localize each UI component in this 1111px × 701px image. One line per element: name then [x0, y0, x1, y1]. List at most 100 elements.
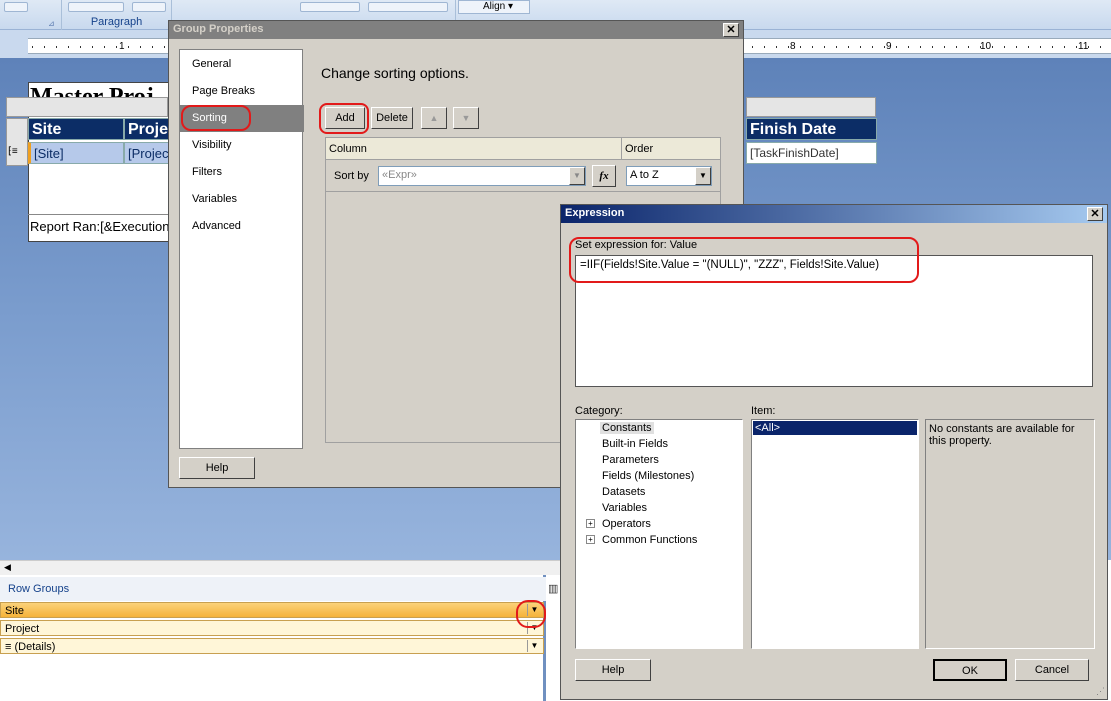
- row-group-site[interactable]: Site ▼: [0, 602, 544, 618]
- ruler-tick: [992, 46, 993, 48]
- category-label: Category:: [575, 405, 623, 417]
- chevron-down-icon[interactable]: ▼: [527, 640, 541, 652]
- nav-item-variables[interactable]: Variables: [180, 186, 304, 213]
- data-cell-finish-date[interactable]: [TaskFinishDate]: [746, 142, 877, 164]
- ruler-tick: [752, 46, 753, 48]
- ruler-tick: [1052, 46, 1053, 48]
- category-tree[interactable]: Constants Built-in Fields Parameters Fie…: [575, 419, 743, 649]
- row-groups-header: Row Groups: [0, 577, 546, 601]
- align-button[interactable]: Align ▾: [458, 0, 530, 14]
- ruler-number: 10: [980, 41, 992, 52]
- dialog-launcher-icon[interactable]: ⊿: [48, 19, 55, 28]
- ribbon-group-paragraph: Paragraph: [62, 0, 172, 30]
- tree-item-common-functions[interactable]: Common Functions: [602, 534, 697, 546]
- ruler-tick: [1100, 46, 1101, 48]
- delete-button[interactable]: Delete: [371, 107, 413, 129]
- row-group-details[interactable]: ≡ (Details) ▼: [0, 638, 544, 654]
- row-group-label: Project: [5, 623, 40, 635]
- tree-item-datasets[interactable]: Datasets: [602, 486, 645, 498]
- ruler-tick: [932, 46, 933, 48]
- column-handles[interactable]: [746, 97, 876, 117]
- row-group-label: Site: [5, 605, 24, 617]
- nav-item-general[interactable]: General: [180, 51, 304, 78]
- close-icon[interactable]: ✕: [723, 23, 739, 37]
- horizontal-scrollbar[interactable]: ◀: [0, 560, 560, 575]
- ruler-tick: [164, 46, 165, 48]
- ruler-tick: [848, 46, 849, 48]
- ruler-tick: [800, 46, 801, 48]
- move-down-icon[interactable]: ▼: [453, 107, 479, 129]
- ruler-tick: [920, 46, 921, 48]
- dialog-titlebar[interactable]: Group Properties: [169, 21, 743, 39]
- ribbon-button[interactable]: [300, 2, 360, 12]
- ruler-tick: [1076, 46, 1077, 48]
- highlight-circle: [319, 103, 369, 134]
- order-combo[interactable]: A to Z ▼: [626, 166, 712, 186]
- sort-by-value: «Expr»: [382, 169, 417, 181]
- ruler-tick: [104, 46, 105, 48]
- report-footer-text[interactable]: Report Ran:[&Execution: [30, 219, 170, 234]
- ruler-tick: [1016, 46, 1017, 48]
- column-handles[interactable]: [6, 97, 168, 117]
- ruler-tick: [140, 46, 141, 48]
- ruler-tick: [944, 46, 945, 48]
- scroll-left-icon[interactable]: ◀: [4, 562, 11, 573]
- tree-item-fields[interactable]: Fields (Milestones): [602, 470, 694, 482]
- cancel-button[interactable]: Cancel: [1015, 659, 1089, 681]
- highlight-circle: [516, 600, 546, 628]
- ruler-tick: [116, 46, 117, 48]
- ruler-tick: [836, 46, 837, 48]
- nav-item-page-breaks[interactable]: Page Breaks: [180, 78, 304, 105]
- item-list[interactable]: <All>: [751, 419, 919, 649]
- data-cell-project[interactable]: [Projec: [124, 142, 170, 164]
- ruler-tick: [884, 46, 885, 48]
- report-title[interactable]: Master Proj: [30, 84, 154, 98]
- nav-item-filters[interactable]: Filters: [180, 159, 304, 186]
- section-heading: Change sorting options.: [321, 65, 469, 81]
- ruler-tick: [968, 46, 969, 48]
- ruler-tick: [1028, 46, 1029, 48]
- nav-item-visibility[interactable]: Visibility: [180, 132, 304, 159]
- move-up-icon[interactable]: ▲: [421, 107, 447, 129]
- highlight-circle: [569, 237, 919, 283]
- ruler-tick: [1040, 46, 1041, 48]
- close-icon[interactable]: ✕: [1087, 207, 1103, 221]
- data-cell-site[interactable]: [Site]: [28, 142, 124, 164]
- resize-grip-icon[interactable]: ⋰: [1096, 686, 1105, 697]
- ribbon-button[interactable]: [4, 2, 28, 12]
- sort-by-combo[interactable]: «Expr» ▼: [378, 166, 586, 186]
- expand-icon[interactable]: +: [586, 535, 595, 544]
- column-groups-icon[interactable]: ▥: [548, 582, 558, 595]
- fx-button[interactable]: fx: [592, 165, 616, 187]
- ribbon-button[interactable]: [368, 2, 448, 12]
- header-cell-finish-date[interactable]: Finish Date: [746, 118, 877, 140]
- highlight-circle: [181, 105, 251, 131]
- tree-item-variables[interactable]: Variables: [602, 502, 647, 514]
- help-button[interactable]: Help: [575, 659, 651, 681]
- ruler-tick: [80, 46, 81, 48]
- item-all[interactable]: <All>: [753, 421, 917, 435]
- tree-item-parameters[interactable]: Parameters: [602, 454, 659, 466]
- header-cell-project[interactable]: Projec: [124, 118, 170, 140]
- row-group-project[interactable]: Project ▼: [0, 620, 544, 636]
- description-panel: No constants are available for this prop…: [925, 419, 1095, 649]
- ribbon-button[interactable]: [132, 2, 166, 12]
- header-cell-site[interactable]: Site: [28, 118, 124, 140]
- tree-item-builtin-fields[interactable]: Built-in Fields: [602, 438, 668, 450]
- tree-item-constants[interactable]: Constants: [600, 422, 654, 434]
- nav-item-advanced[interactable]: Advanced: [180, 213, 304, 240]
- ruler-tick: [824, 46, 825, 48]
- ok-button[interactable]: OK: [933, 659, 1007, 681]
- ruler-tick: [1004, 46, 1005, 48]
- ruler-tick: [128, 46, 129, 48]
- chevron-down-icon[interactable]: ▼: [695, 167, 711, 185]
- tree-item-operators[interactable]: Operators: [602, 518, 651, 530]
- chevron-down-icon[interactable]: ▼: [569, 167, 585, 185]
- ruler-tick: [908, 46, 909, 48]
- help-button[interactable]: Help: [179, 457, 255, 479]
- ribbon-button[interactable]: [68, 2, 124, 12]
- sort-row: Sort by «Expr» ▼ fx A to Z ▼: [326, 160, 720, 192]
- ruler-tick: [956, 46, 957, 48]
- expand-icon[interactable]: +: [586, 519, 595, 528]
- dialog-titlebar[interactable]: Expression: [561, 205, 1107, 223]
